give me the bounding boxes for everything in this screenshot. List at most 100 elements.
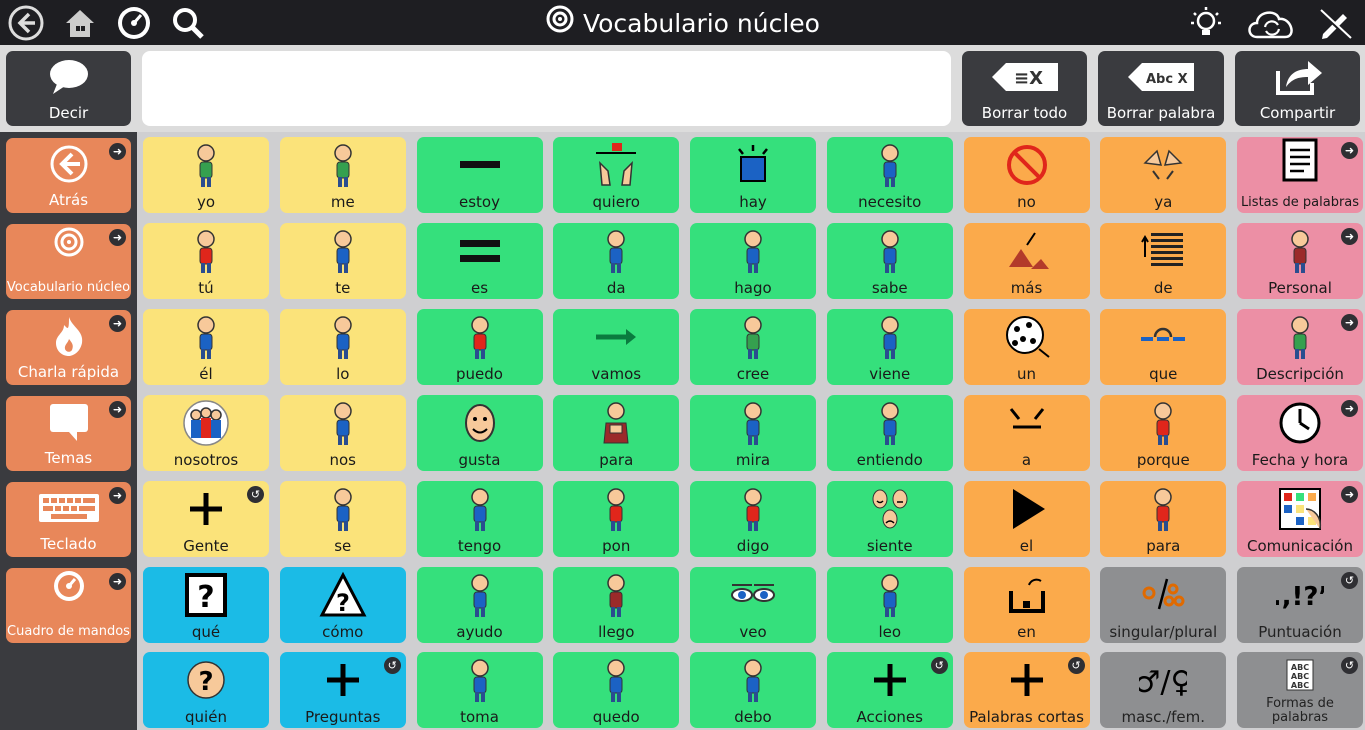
word-button-para[interactable]: para [1100, 480, 1227, 557]
word-label: se [334, 536, 352, 555]
word-button-porque[interactable]: porque [1100, 394, 1227, 471]
word-button-mira[interactable]: mira [690, 394, 816, 471]
word-label: ayudo [456, 622, 503, 641]
word-button-preguntas[interactable]: ↺ Preguntas [279, 652, 406, 729]
word-button-palabras-cortas[interactable]: ↺ Palabras cortas [963, 652, 1090, 729]
message-window[interactable] [142, 51, 951, 126]
word-label: tengo [457, 536, 502, 555]
sidebar-item-1[interactable]: ➜ Atrás [6, 138, 131, 213]
sidebar-item-6[interactable]: ➜ Cuadro de mandos [6, 568, 131, 643]
word-button-lo[interactable]: lo [279, 308, 406, 385]
word-button-viene[interactable]: viene [826, 308, 953, 385]
eyes-icon [690, 571, 816, 619]
word-label: te [335, 278, 351, 297]
word-button-formas-de-palabras[interactable]: ↺ ABC ABC ABC Formas de palabras [1237, 652, 1363, 729]
word-button-para[interactable]: para [553, 394, 680, 471]
dashboard-icon [6, 571, 131, 601]
word-button-a[interactable]: a [963, 394, 1090, 471]
clock-icon [1237, 399, 1363, 447]
word-button-comunicacion[interactable]: ➜ Comunicación [1237, 480, 1363, 557]
word-button-como[interactable]: ? cómo [279, 566, 406, 643]
do-icon [690, 227, 816, 275]
cloud-sync-icon[interactable] [1242, 3, 1302, 43]
word-button-en[interactable]: en [963, 566, 1090, 643]
word-button-estoy[interactable]: estoy [416, 137, 543, 213]
word-button-puedo[interactable]: puedo [416, 308, 543, 385]
word-button-te[interactable]: te [279, 222, 406, 299]
word-button-da[interactable]: da [553, 222, 680, 299]
word-button-yo[interactable]: yo [143, 137, 269, 213]
word-button-cree[interactable]: cree [690, 308, 816, 385]
word-button-se[interactable]: se [279, 480, 406, 557]
keyboard-icon [6, 488, 131, 528]
word-button-hay[interactable]: hay [690, 137, 816, 213]
word-button-llego[interactable]: llego [553, 566, 680, 643]
word-button-debo[interactable]: debo [690, 652, 816, 729]
word-button-nos[interactable]: nos [279, 394, 406, 471]
clear-all-icon: ≡X [962, 57, 1087, 97]
look-icon [690, 399, 816, 447]
read-icon [827, 571, 953, 619]
word-button-gusta[interactable]: gusta [416, 394, 543, 471]
lightbulb-icon[interactable] [1186, 3, 1226, 43]
word-button-nosotros[interactable]: nosotros [143, 394, 269, 471]
word-button-tengo[interactable]: tengo [416, 480, 543, 557]
word-button-entiendo[interactable]: entiendo [826, 394, 953, 471]
word-button-toma[interactable]: toma [416, 652, 543, 729]
word-button-descripcion[interactable]: ➜ Descripción [1237, 308, 1363, 385]
word-button-que[interactable]: ? qué [143, 566, 269, 643]
word-button-el[interactable]: el [963, 480, 1090, 557]
word-button-masc-fem[interactable]: ♂/♀ masc./fem. [1100, 652, 1227, 729]
because-icon [1100, 399, 1226, 447]
word-button-de[interactable]: de [1100, 222, 1227, 299]
word-button-un[interactable]: un [963, 308, 1090, 385]
word-button-siente[interactable]: siente [826, 480, 953, 557]
share-button[interactable]: Compartir [1235, 51, 1360, 126]
word-button-sabe[interactable]: sabe [826, 222, 953, 299]
word-button-leo[interactable]: leo [826, 566, 953, 643]
speak-button[interactable]: Decir [6, 51, 131, 126]
plus-icon [964, 656, 1090, 704]
word-button-mas[interactable]: más [963, 222, 1090, 299]
word-button-digo[interactable]: digo [690, 480, 816, 557]
word-button-tu[interactable]: tú [143, 222, 269, 299]
svg-text:≡X: ≡X [1014, 68, 1043, 89]
clear-all-button[interactable]: ≡X Borrar todo [962, 51, 1087, 126]
word-button-puntuacion[interactable]: ↺.,!?’Puntuación [1237, 566, 1363, 643]
word-button-gente[interactable]: ↺ Gente [143, 480, 269, 557]
sidebar-item-3[interactable]: ➜ Charla rápida [6, 310, 131, 385]
word-button-veo[interactable]: veo [690, 566, 816, 643]
word-button-hago[interactable]: hago [690, 222, 816, 299]
word-button-necesito[interactable]: necesito [826, 137, 953, 213]
word-button-singular-plural[interactable]: singular/plural [1100, 566, 1227, 643]
word-button-ya[interactable]: ya [1100, 137, 1227, 213]
word-button-vamos[interactable]: vamos [553, 308, 680, 385]
word-button-que[interactable]: que [1100, 308, 1227, 385]
word-button-fecha-y-hora[interactable]: ➜ Fecha y hora [1237, 394, 1363, 471]
sidebar-item-4[interactable]: ➜ Temas [6, 396, 131, 471]
word-button-no[interactable]: no [963, 137, 1090, 213]
pointing-icon [280, 227, 406, 275]
understand-icon [827, 399, 953, 447]
word-button-quien[interactable]: ? quién [143, 652, 269, 729]
word-button-pon[interactable]: pon [553, 480, 680, 557]
word-button-quiero[interactable]: quiero [553, 137, 680, 213]
word-label: siente [866, 536, 913, 555]
sidebar-item-5[interactable]: ➜ Teclado [6, 482, 131, 557]
word-label: necesito [858, 193, 922, 211]
word-label: Puntuación [1258, 622, 1342, 641]
word-button-ayudo[interactable]: ayudo [416, 566, 543, 643]
sidebar-item-2[interactable]: ➜ Vocabulario núcleo [6, 224, 131, 299]
word-button-acciones[interactable]: ↺ Acciones [826, 652, 953, 729]
clear-word-button[interactable]: Abc X Borrar palabra [1098, 51, 1224, 126]
word-button-personal[interactable]: ➜ Personal [1237, 222, 1363, 299]
word-button-listas-de-palabras[interactable]: ➜ Listas de palabras [1237, 137, 1363, 213]
edit-icon[interactable] [1316, 3, 1356, 43]
word-label: a [1021, 450, 1032, 469]
word-button-me[interactable]: me [279, 137, 406, 213]
punctuation-icon: .,!?’ [1237, 571, 1363, 619]
word-button-el[interactable]: él [143, 308, 269, 385]
word-button-es[interactable]: es [416, 222, 543, 299]
word-button-quedo[interactable]: quedo [553, 652, 680, 729]
word-label: quién [185, 708, 227, 727]
